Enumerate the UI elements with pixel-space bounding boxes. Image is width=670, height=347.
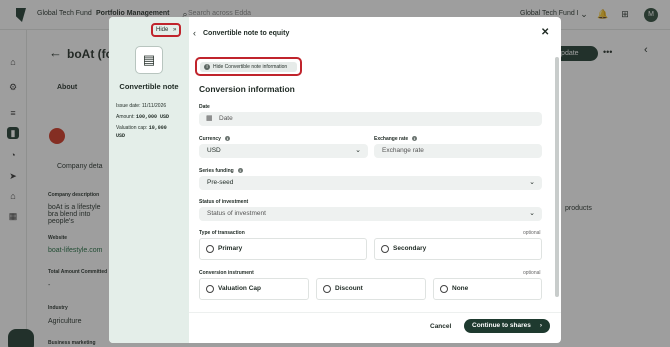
continue-label: Continue to shares [472, 322, 531, 329]
date-input[interactable]: ▦ Date [199, 112, 542, 126]
status-label: Status of investment [199, 199, 249, 205]
radio-circle [206, 285, 214, 293]
currency-select[interactable]: USD ⌄ [199, 144, 368, 158]
radio-valuation-cap[interactable]: Valuation Cap [199, 278, 309, 300]
series-label: Series funding i [199, 168, 243, 174]
transaction-label: Type of transaction [199, 230, 245, 236]
radio-secondary[interactable]: Secondary [374, 238, 542, 260]
radio-none[interactable]: None [433, 278, 542, 300]
instrument-optional: optional [523, 270, 541, 276]
continue-button[interactable]: Continue to shares › [464, 319, 550, 333]
radio-circle [206, 245, 214, 253]
radio-primary-label: Primary [218, 245, 243, 252]
date-placeholder: Date [219, 115, 233, 122]
currency-label-text: Currency [199, 136, 221, 142]
currency-value: USD [207, 147, 221, 154]
radio-primary[interactable]: Primary [199, 238, 367, 260]
hide-panel-button[interactable]: Hide » [151, 23, 181, 37]
info-icon: i [237, 168, 243, 174]
exchange-label-text: Exchange rate [374, 136, 409, 142]
chevron-down-icon: ⌄ [355, 147, 361, 154]
amount-value: 100,000 USD [136, 114, 170, 120]
hide-info-button[interactable]: i Hide Convertible note information [200, 62, 297, 72]
radio-circle [440, 285, 448, 293]
valuation-row: Valuation cap: 10,000 [116, 125, 167, 131]
status-placeholder: Status of investment [207, 210, 266, 217]
section-title: Conversion information [199, 84, 295, 94]
radio-secondary-label: Secondary [393, 245, 427, 252]
calendar-icon: ▦ [206, 115, 213, 122]
modal-footer: Cancel Continue to shares › [189, 312, 561, 343]
back-chevron-icon[interactable]: ‹ [193, 28, 196, 38]
info-icon: i [204, 64, 210, 70]
radio-discount[interactable]: Discount [316, 278, 426, 300]
cancel-button[interactable]: Cancel [430, 323, 451, 330]
valuation-currency: USD [116, 133, 126, 139]
radio-circle [323, 285, 331, 293]
amount-label: Amount: [116, 114, 135, 120]
valuation-label: Valuation cap: [116, 125, 148, 131]
radio-discount-label: Discount [335, 285, 363, 292]
note-summary-panel: Hide » ▤ Convertible note Issue date: 11… [109, 17, 189, 343]
close-icon[interactable]: ✕ [541, 27, 549, 38]
series-label-text: Series funding [199, 168, 234, 174]
series-value: Pre-seed [207, 179, 234, 186]
hide-info-highlight: i Hide Convertible note information [195, 57, 302, 76]
chevron-right-icon: › [539, 322, 542, 329]
date-label: Date [199, 104, 210, 110]
exchange-label: Exchange rate i [374, 136, 418, 142]
currency-label: Currency i [199, 136, 230, 142]
radio-valuation-cap-label: Valuation Cap [218, 285, 261, 292]
convertible-note-modal: Hide » ▤ Convertible note Issue date: 11… [109, 17, 561, 343]
instrument-label: Conversion instrument [199, 270, 254, 276]
scrollbar[interactable] [555, 57, 559, 297]
note-title: Convertible note [119, 82, 179, 91]
hide-label: Hide [156, 27, 169, 33]
info-icon: i [412, 136, 418, 142]
exchange-rate-input[interactable]: Exchange rate [374, 144, 542, 158]
transaction-optional: optional [523, 230, 541, 236]
radio-none-label: None [452, 285, 469, 292]
document-icon: ▤ [135, 46, 163, 74]
modal-title: Convertible note to equity [203, 30, 290, 37]
valuation-value: 10,000 [148, 125, 167, 131]
hide-info-label: Hide Convertible note information [213, 64, 288, 70]
radio-circle [381, 245, 389, 253]
double-chevron-right-icon: » [173, 27, 177, 33]
status-select[interactable]: Status of investment ⌄ [199, 207, 542, 221]
chevron-down-icon: ⌄ [529, 179, 535, 186]
issue-date: Issue date: 11/11/2026 [116, 103, 167, 109]
series-select[interactable]: Pre-seed ⌄ [199, 176, 542, 190]
chevron-down-icon: ⌄ [529, 210, 535, 217]
amount-row: Amount: 100,000 USD [116, 114, 169, 120]
conversion-form: ‹ Convertible note to equity ✕ i Hide Co… [189, 17, 561, 343]
info-icon: i [224, 136, 230, 142]
